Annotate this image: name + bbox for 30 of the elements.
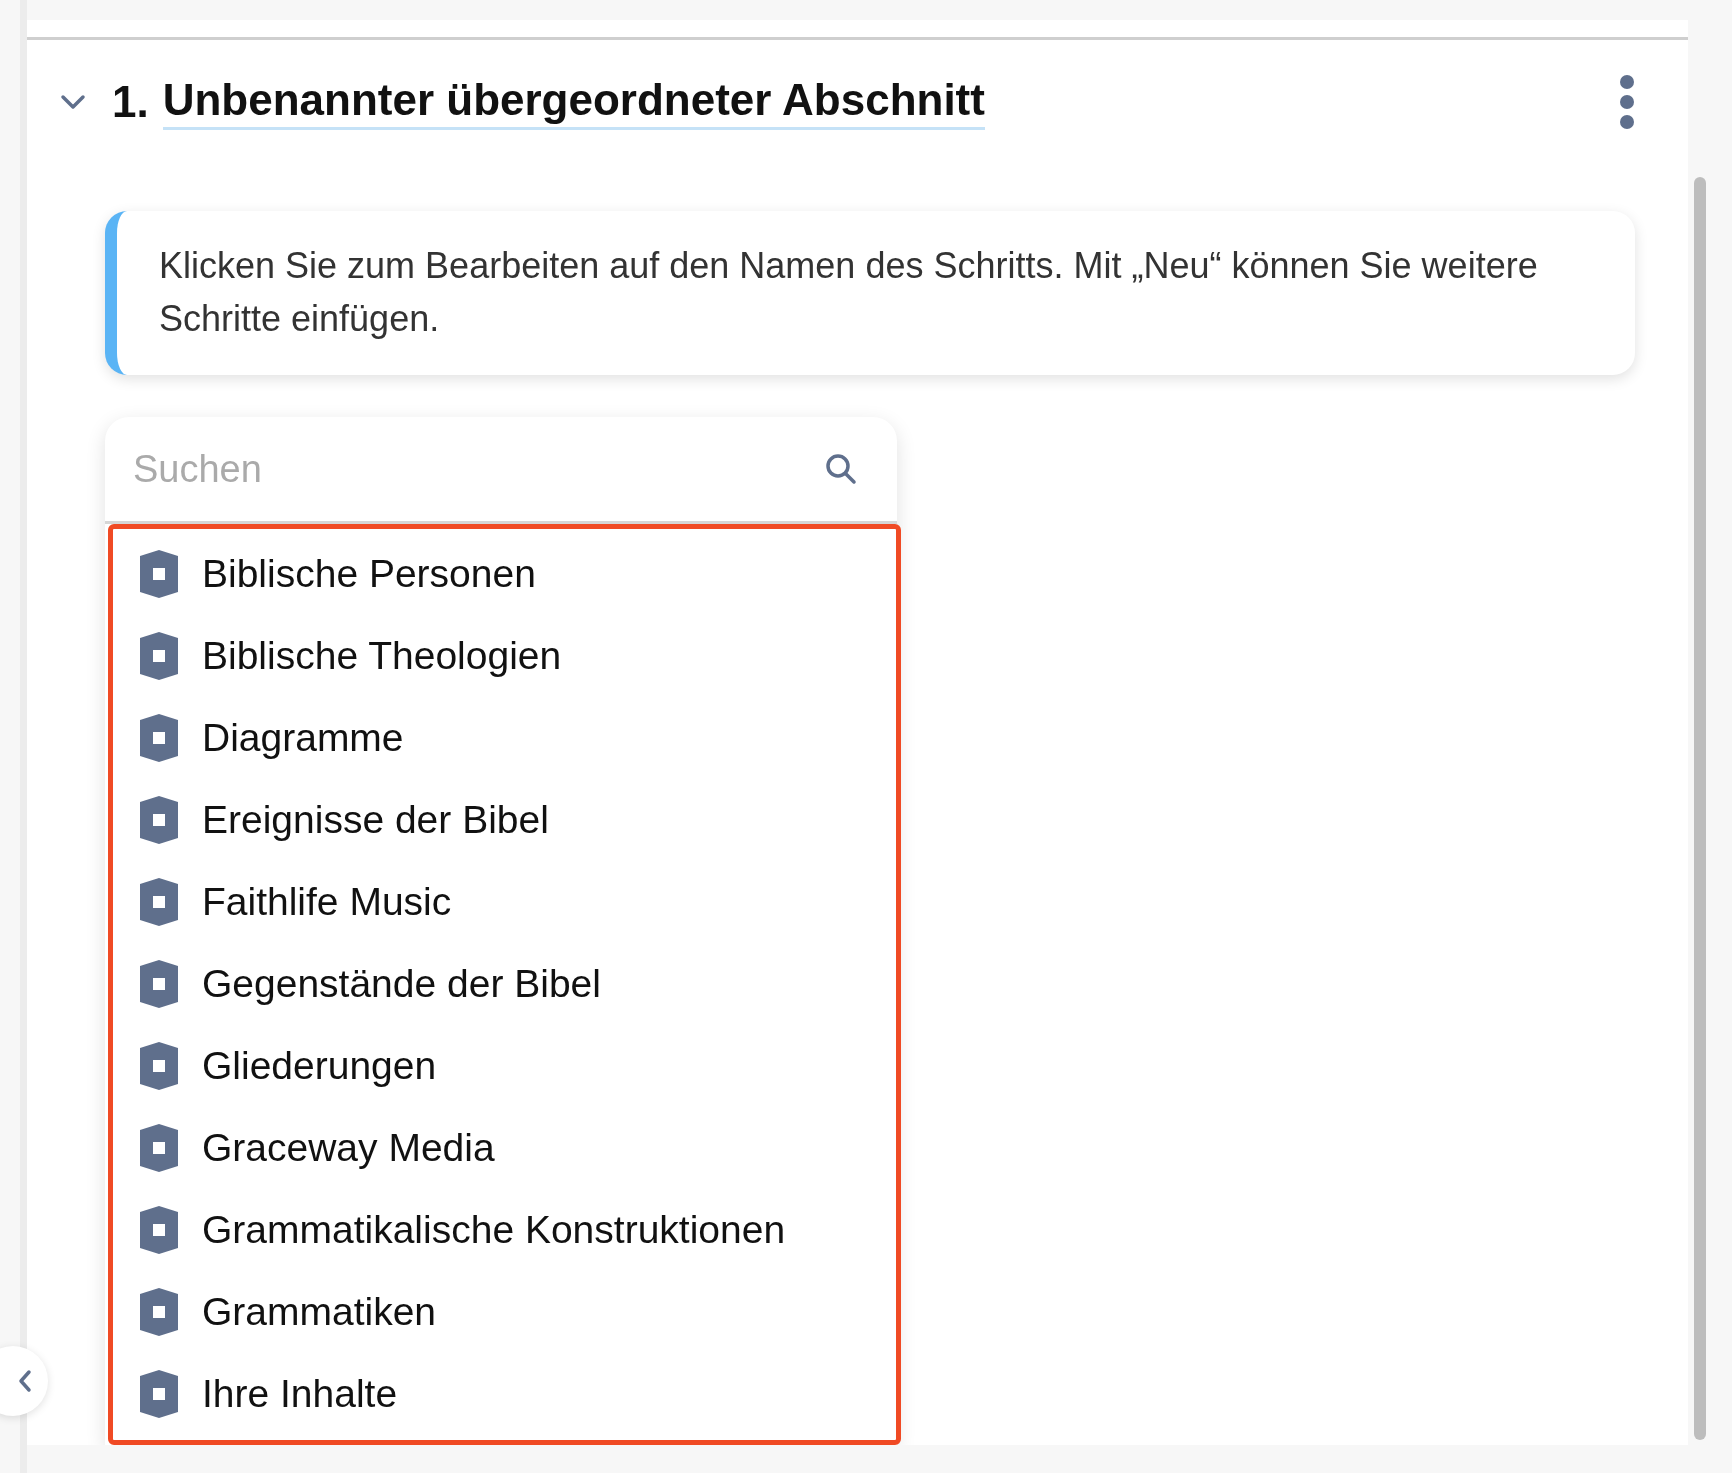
category-icon [140, 1370, 178, 1418]
category-icon [140, 796, 178, 844]
category-icon [140, 550, 178, 598]
list-item[interactable]: Ihre Inhalte [202, 1372, 398, 1416]
category-icon [140, 1042, 178, 1090]
scrollbar[interactable] [1694, 177, 1706, 1440]
category-icon [140, 1206, 178, 1254]
list-item[interactable]: Gegenstände der Bibel [202, 962, 601, 1006]
category-icon [140, 632, 178, 680]
list-item[interactable]: Graceway Media [202, 1126, 495, 1170]
list-item[interactable]: Ereignisse der Bibel [202, 798, 549, 842]
list-item[interactable]: Grammatikalische Konstruktionen [202, 1208, 786, 1252]
list-item[interactable]: Grammatiken [202, 1290, 437, 1334]
list-item[interactable]: Faithlife Music [202, 880, 452, 924]
more-icon[interactable] [1619, 74, 1635, 130]
chevron-left-icon [18, 1369, 32, 1393]
list-item[interactable]: Diagramme [202, 716, 404, 760]
search-icon[interactable] [825, 453, 857, 485]
section-title[interactable]: Unbenannter übergeordneter Abschnitt [162, 74, 985, 130]
list-item[interactable]: Biblische Personen [202, 552, 536, 596]
category-icon [140, 1124, 178, 1172]
search-field[interactable]: Suchen [131, 446, 825, 492]
hint-text: Klicken Sie zum Bearbeiten auf den Namen des Schritts. Mit „Neu“ können Sie weitere Schritte einfügen. [159, 244, 1539, 341]
list-item[interactable]: Biblische Theologien [202, 634, 562, 678]
section-number: 1. [112, 77, 149, 127]
list-item[interactable]: Gliederungen [202, 1044, 437, 1088]
category-icon [140, 960, 178, 1008]
category-icon [140, 714, 178, 762]
category-icon [140, 1288, 178, 1336]
category-icon [140, 878, 178, 926]
